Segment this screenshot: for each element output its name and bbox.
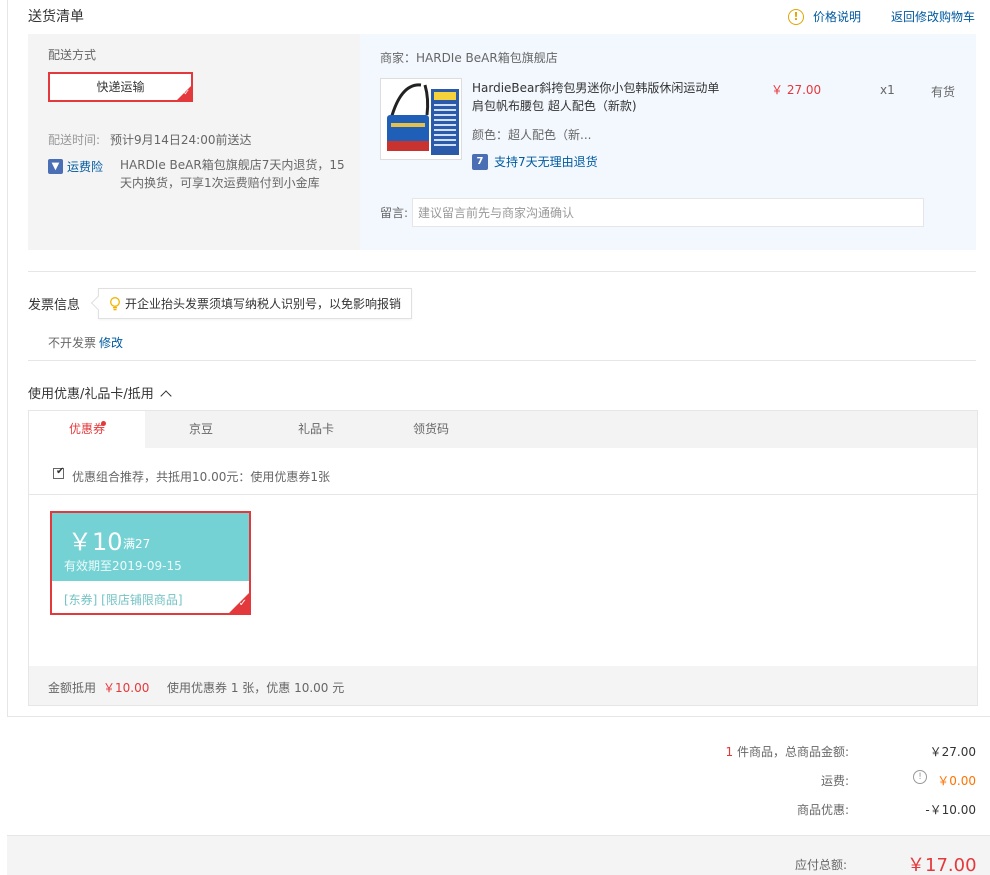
selected-check-icon: ✓: [229, 593, 249, 613]
tab-pickup-code[interactable]: 领货码: [373, 411, 489, 449]
return-policy-label: 支持7天无理由退货: [494, 155, 598, 169]
discount-summary-label: 金额抵用: [48, 681, 97, 695]
tab-jingdou[interactable]: 京豆: [145, 411, 257, 449]
frame-border-left: [7, 0, 8, 717]
payable-value: ￥17.00: [907, 855, 977, 875]
shop-name: 商家：HARDIe BeAR箱包旗舰店: [380, 51, 558, 65]
discount-value: -￥10.00: [925, 803, 976, 817]
seven-day-return-icon: 7: [472, 153, 488, 170]
product-price: ￥ 27.00: [771, 83, 822, 97]
tab-coupon[interactable]: 优惠券: [29, 411, 145, 449]
return-policy-link[interactable]: 7 支持7天无理由退货: [472, 153, 598, 170]
delivery-time-label: 配送时间:: [48, 133, 101, 147]
product-quantity: x1: [880, 83, 895, 97]
new-dot-icon: [101, 421, 106, 426]
checkmark-icon: ✔: [56, 466, 65, 477]
freight-insurance-label: 运费险: [67, 160, 104, 174]
tooltip-arrow: [90, 295, 106, 311]
tab-gift-card[interactable]: 礼品卡: [259, 411, 373, 449]
express-delivery-option[interactable]: 快递运输 ✓: [48, 72, 193, 102]
invoice-tooltip: 开企业抬头发票须填写纳税人识别号，以免影响报销: [90, 288, 413, 319]
discount-summary-amount: ￥10.00: [103, 681, 150, 695]
message-input[interactable]: [412, 198, 924, 227]
shipping-label: 运费:: [820, 774, 849, 788]
shield-icon: ▼: [48, 159, 63, 174]
chevron-up-icon: [160, 390, 172, 402]
delivery-method-label: 配送方式: [48, 48, 97, 62]
lightbulb-icon: [110, 296, 120, 310]
tab-coupon-label: 优惠券: [68, 422, 105, 436]
invoice-title: 发票信息: [28, 298, 81, 313]
combo-recommend-checkbox[interactable]: ✔: [53, 466, 65, 479]
product-name-link[interactable]: HardieBear斜挎包男迷你小包韩版休闲运动单肩包帆布腰包 超人配色（新款): [472, 79, 722, 115]
discount-summary-text: 使用优惠券 1 张，优惠 10.00 元: [167, 681, 345, 695]
express-delivery-label: 快递运输: [96, 80, 145, 94]
price-help-link[interactable]: ! 价格说明: [788, 8, 861, 25]
selected-check-icon: ✓: [177, 86, 191, 100]
message-label: 留言:: [380, 206, 409, 220]
goods-total-text: 件商品，总商品金额:: [736, 745, 849, 759]
product-color: 颜色：超人配色（新...: [472, 128, 592, 142]
coupon-amount: ￥10: [68, 528, 123, 556]
product-thumbnail[interactable]: [380, 78, 462, 160]
coupon-tags: [东券] [限店铺限商品]: [64, 593, 183, 607]
section-title: 送货清单: [28, 9, 84, 25]
exclamation-icon: !: [788, 8, 804, 25]
invoice-value: 不开发票: [48, 336, 97, 350]
invoice-tip-text: 开企业抬头发票须填写纳税人识别号，以免影响报销: [125, 297, 402, 311]
divider: [28, 271, 976, 272]
bag-image-icon: [381, 79, 461, 159]
price-help-label: 价格说明: [813, 10, 862, 24]
goods-count: 1: [725, 745, 734, 759]
delivery-time-value: 预计9月14日24:00前送达: [110, 133, 252, 147]
coupon-section-title: 使用优惠/礼品卡/抵用: [28, 387, 154, 402]
payable-label: 应付总额:: [795, 858, 848, 872]
info-icon[interactable]: !: [913, 770, 927, 784]
coupon-condition: 满27: [123, 537, 151, 551]
freight-insurance-description: HARDIe BeAR箱包旗舰店7天内退货，15天内换货，可享1次运费赔付到小金…: [120, 158, 345, 190]
product-stock-status: 有货: [931, 85, 956, 99]
frame-border-bottom: [7, 716, 990, 717]
coupon-section-toggle[interactable]: 使用优惠/礼品卡/抵用: [28, 383, 172, 402]
coupon-expiry: 有效期至2019-09-15: [64, 559, 182, 573]
discount-label: 商品优惠:: [796, 803, 849, 817]
coupon-card-header: ￥10 满27 有效期至2019-09-15: [52, 513, 249, 581]
divider: [28, 360, 976, 361]
divider: [29, 494, 977, 495]
coupon-card[interactable]: ￥10 满27 有效期至2019-09-15 [东券] [限店铺限商品] ✓: [50, 511, 251, 615]
goods-total-label: 1 件商品，总商品金额:: [725, 743, 849, 760]
back-to-cart-link[interactable]: 返回修改购物车: [891, 8, 975, 25]
goods-total-value: ￥27.00: [929, 745, 976, 759]
shipping-value: ￥0.00: [937, 774, 976, 788]
invoice-edit-link[interactable]: 修改: [99, 334, 123, 351]
combo-recommend-text: 优惠组合推荐，共抵用10.00元：使用优惠券1张: [72, 470, 330, 484]
freight-insurance-link[interactable]: ▼ 运费险: [48, 158, 103, 175]
